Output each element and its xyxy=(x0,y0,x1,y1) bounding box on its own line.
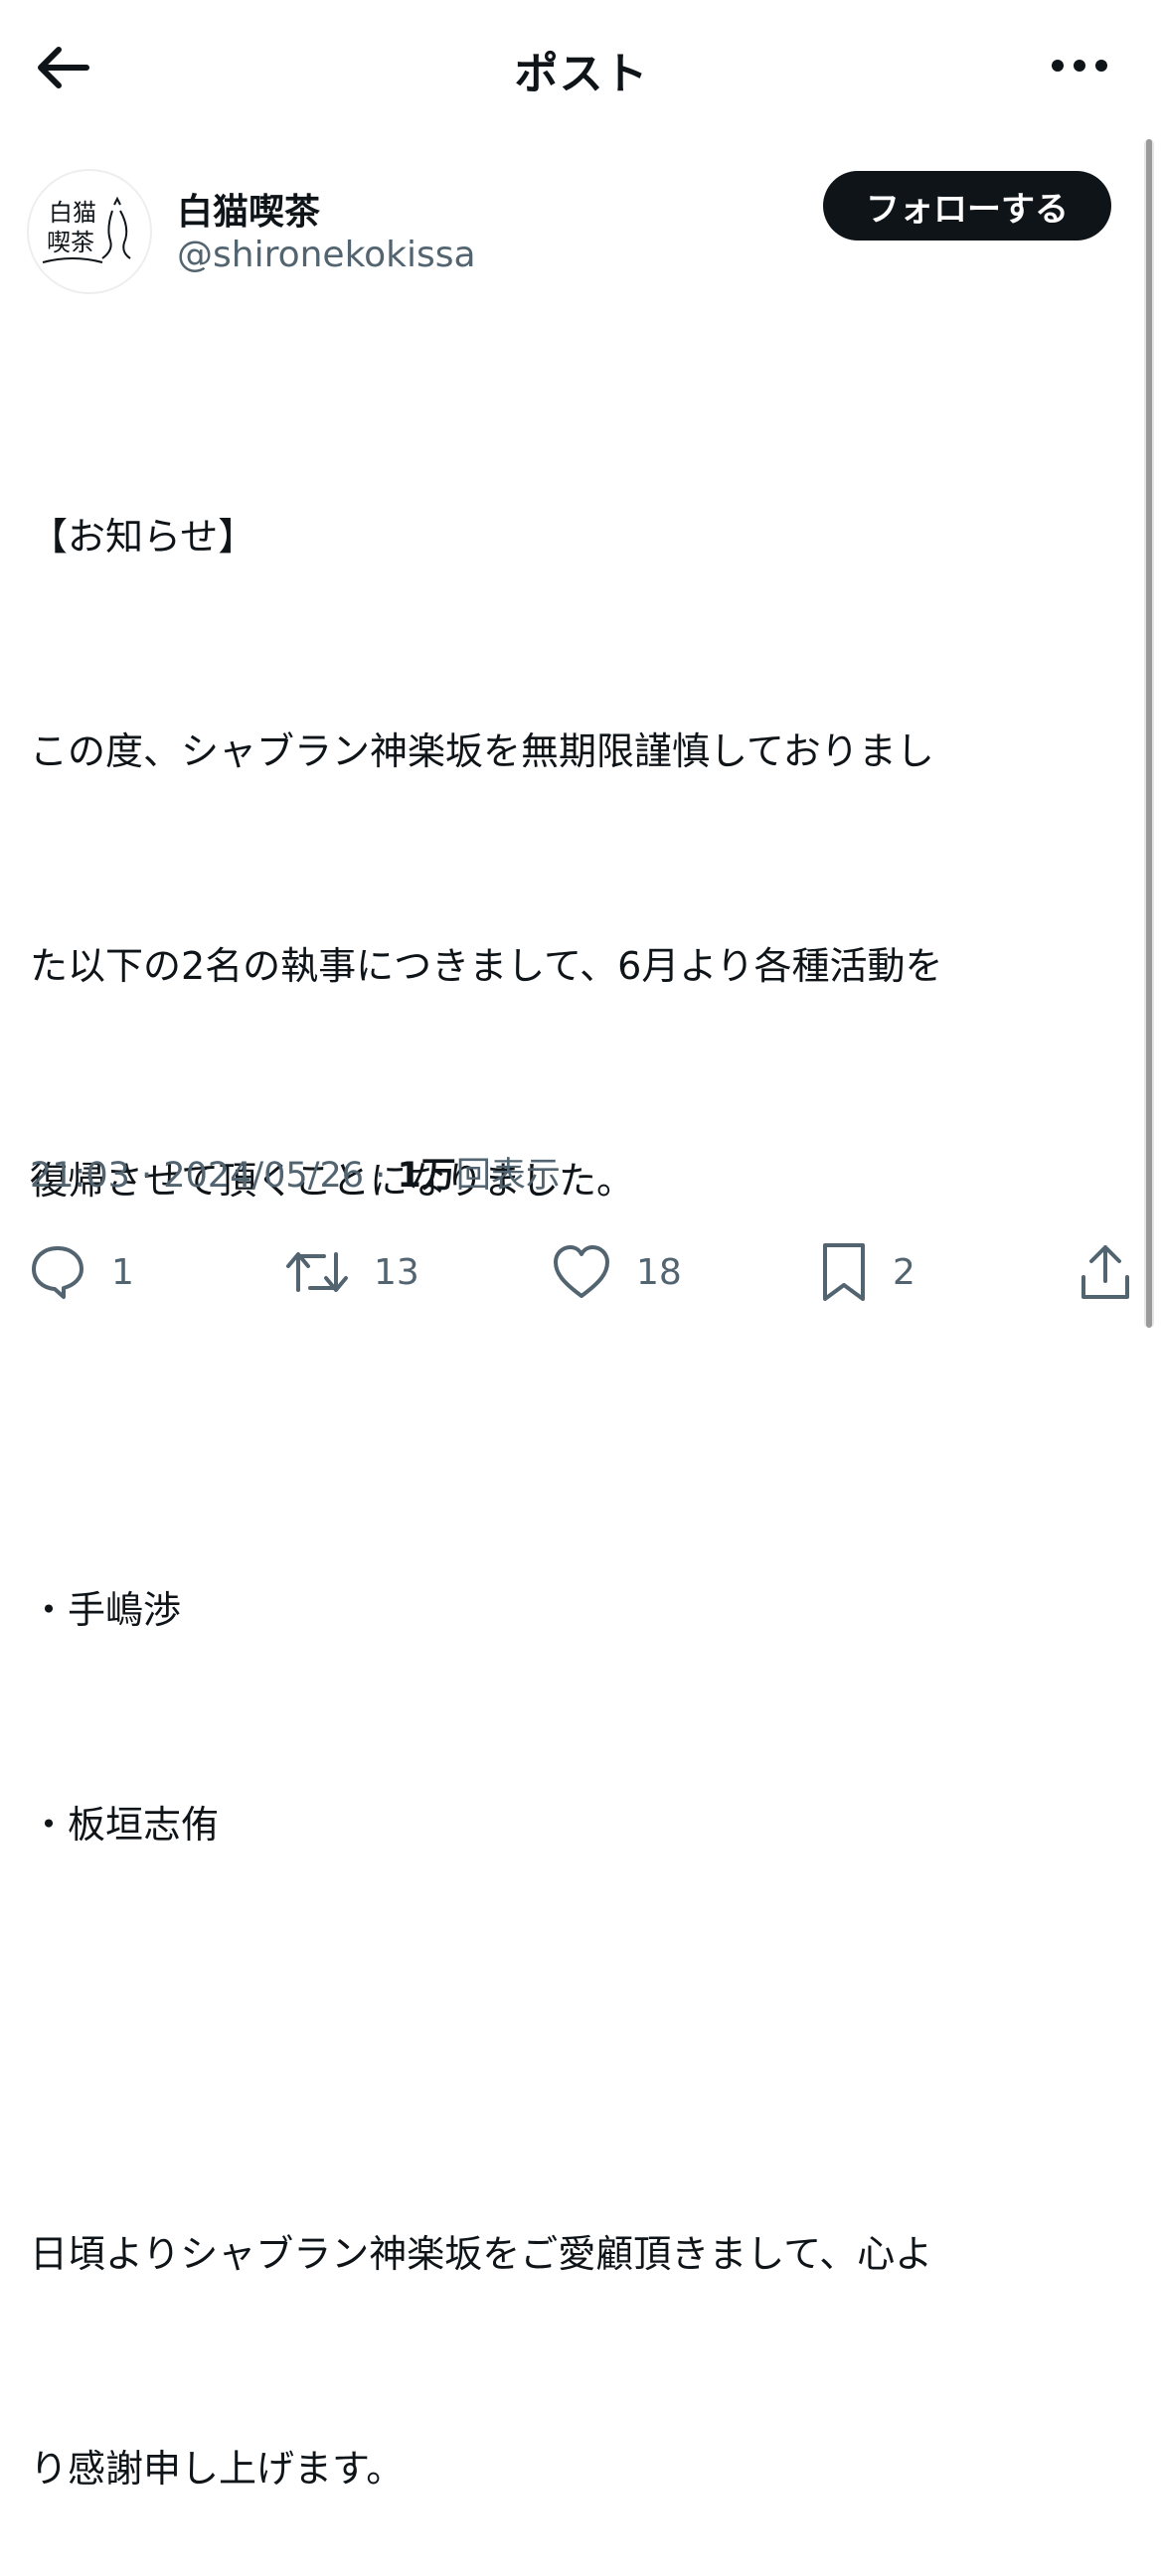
user-handle[interactable]: @shironekokissa xyxy=(177,235,476,275)
like-count: 18 xyxy=(636,1251,682,1293)
scrollbar[interactable] xyxy=(1144,139,1154,1328)
post-line: この度、シャブラン神楽坂を無期限謹慎しておりまし xyxy=(30,729,934,773)
post-line: り感謝申し上げます。 xyxy=(30,2447,405,2491)
post-line: た以下の2名の執事につきまして、6月より各種活動を xyxy=(30,944,943,988)
bookmark-icon xyxy=(823,1243,865,1301)
avatar[interactable]: 白猫 喫茶 xyxy=(27,169,152,294)
post-time[interactable]: 21:03 xyxy=(30,1156,130,1196)
post-date[interactable]: 2024/05/26 xyxy=(163,1156,364,1196)
reply-icon xyxy=(32,1246,83,1299)
share-button[interactable] xyxy=(1078,1232,1133,1312)
top-bar: ポスト xyxy=(0,0,1163,129)
more-options-button[interactable] xyxy=(1044,40,1115,91)
white-cat-cafe-logo: 白猫 喫茶 xyxy=(42,196,131,263)
follow-button[interactable]: フォローする xyxy=(823,171,1111,241)
post-text: 【お知らせ】 この度、シャブラン神楽坂を無期限謹慎しておりまし た以下の2名の執… xyxy=(30,358,1123,2576)
post-line: 【お知らせ】 xyxy=(30,515,256,559)
post-line xyxy=(30,1360,1123,1431)
action-bar: 1 13 18 2 xyxy=(0,1232,1163,1312)
share-icon xyxy=(1081,1245,1129,1299)
repost-button[interactable]: 13 xyxy=(284,1232,419,1312)
meta-separator: · xyxy=(141,1156,153,1196)
meta-separator: · xyxy=(375,1156,387,1196)
scrollbar-thumb[interactable] xyxy=(1146,139,1152,1328)
bookmark-button[interactable]: 2 xyxy=(819,1232,915,1312)
post-meta: 21:03 · 2024/05/26 · 1万回表示 xyxy=(30,1147,561,1198)
repost-icon xyxy=(286,1252,348,1292)
repost-count: 13 xyxy=(374,1251,419,1293)
bookmark-count: 2 xyxy=(893,1251,915,1293)
display-name[interactable]: 白猫喫茶 xyxy=(177,183,320,235)
post-line xyxy=(30,2004,1123,2075)
page-title: ポスト xyxy=(514,49,649,99)
post-line: ・板垣志侑 xyxy=(30,1803,220,1847)
views-count: 1万 xyxy=(397,1156,456,1196)
post-line: 日頃よりシャブラン神楽坂をご愛顧頂きまして、心よ xyxy=(30,2232,933,2276)
reply-count: 1 xyxy=(111,1251,134,1293)
more-horizontal-icon xyxy=(1052,60,1107,72)
like-button[interactable]: 18 xyxy=(551,1232,682,1312)
heart-icon xyxy=(554,1245,609,1298)
svg-text:喫茶: 喫茶 xyxy=(47,229,94,256)
svg-text:白猫: 白猫 xyxy=(49,199,96,227)
reply-button[interactable]: 1 xyxy=(28,1232,134,1312)
views-label: 回表示 xyxy=(455,1156,561,1196)
post-line: ・手嶋渉 xyxy=(30,1588,182,1632)
